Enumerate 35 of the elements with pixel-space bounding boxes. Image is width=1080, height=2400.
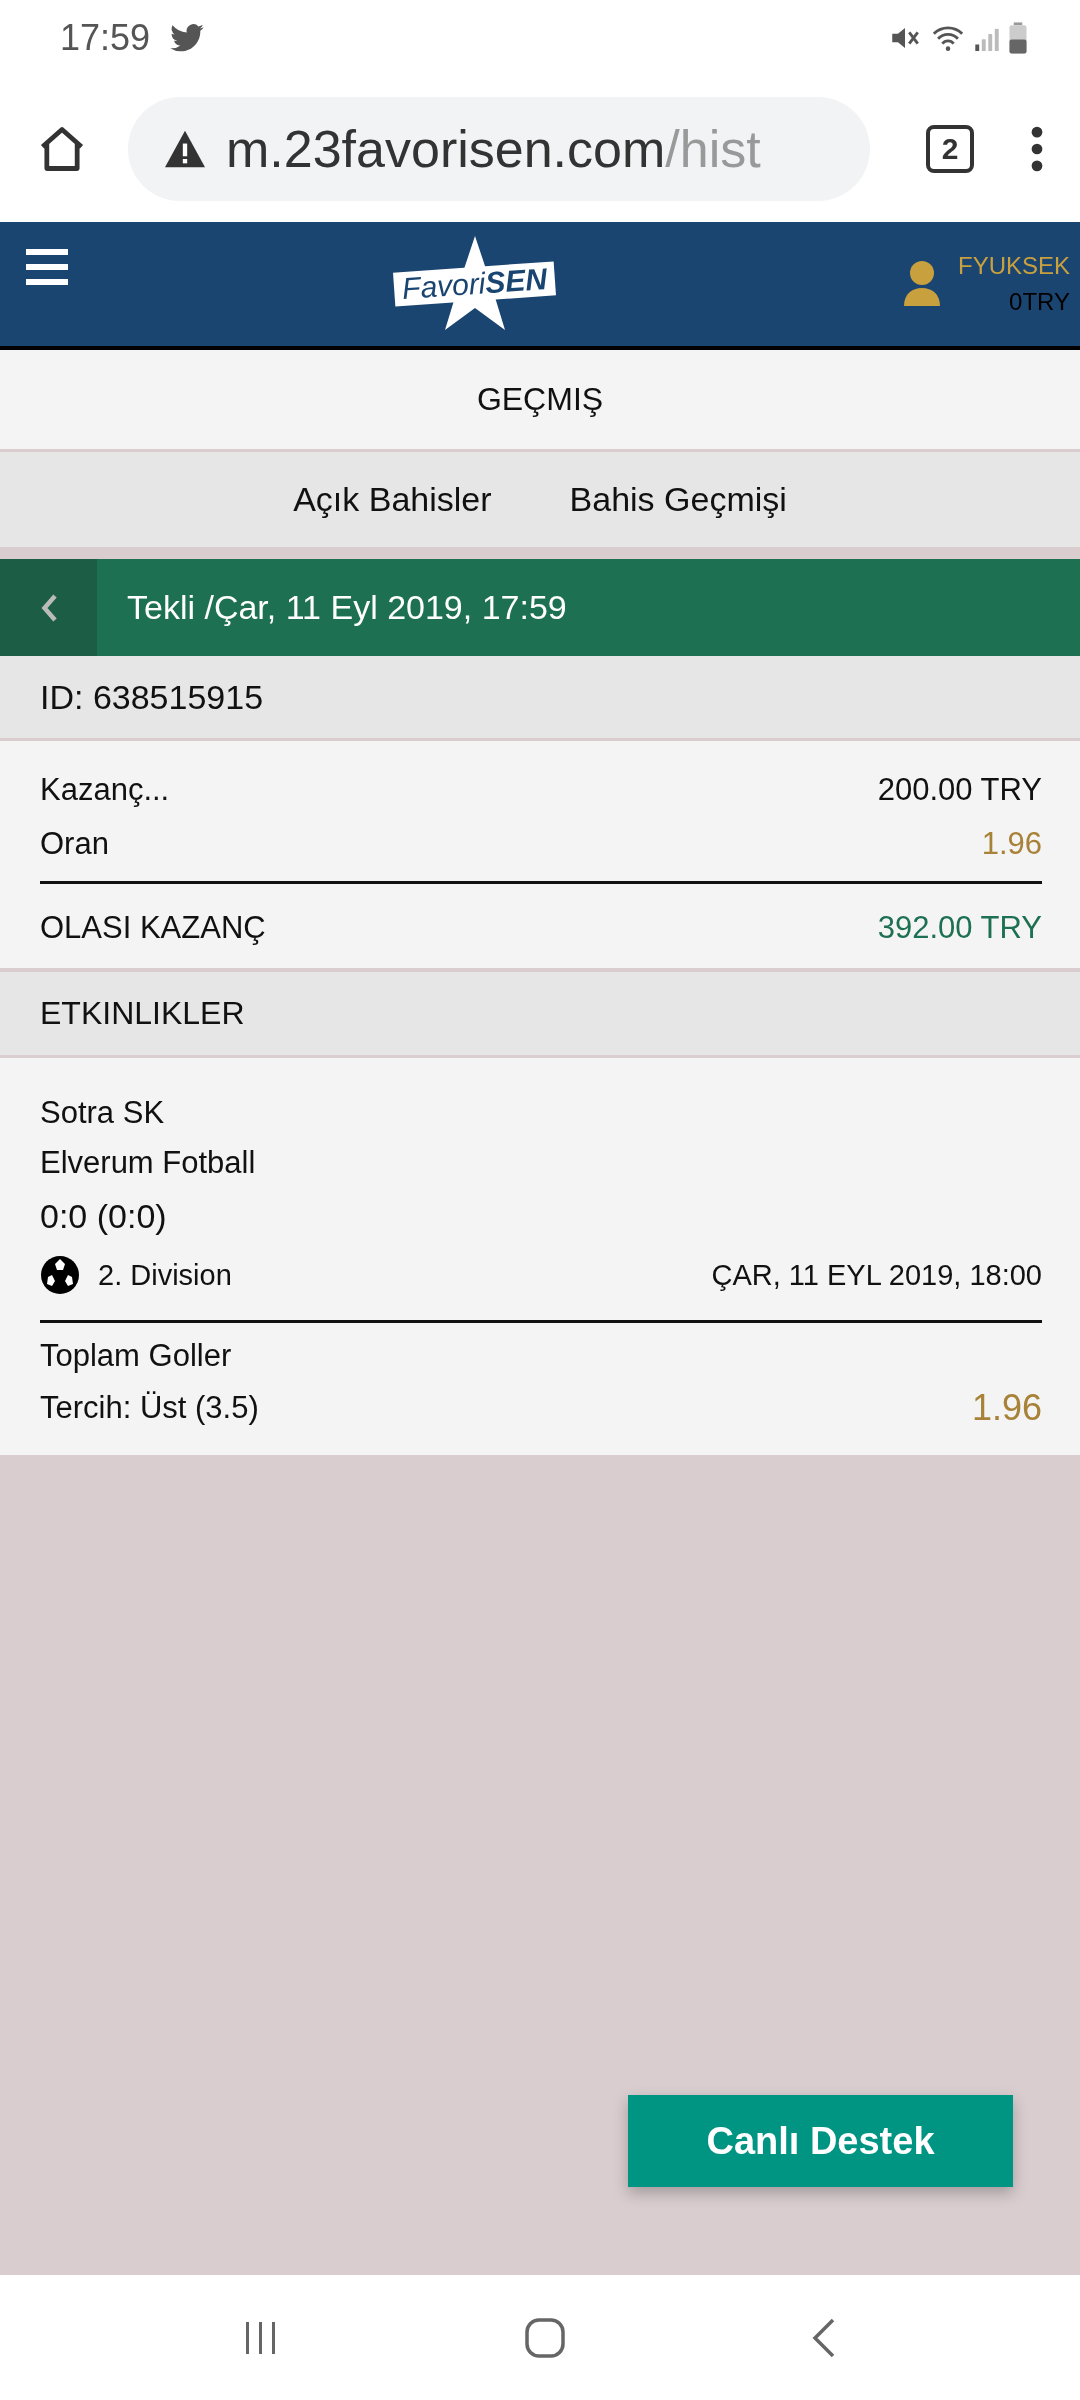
tab[interactable]: Açık Bahisler bbox=[293, 472, 492, 527]
section-title: ETKINLIKLER bbox=[40, 995, 245, 1032]
summary-label: Oran bbox=[40, 826, 109, 862]
league-name: 2. Division bbox=[98, 1258, 232, 1292]
total-label: OLASI KAZANÇ bbox=[40, 910, 266, 946]
more-icon[interactable] bbox=[1030, 125, 1044, 172]
bet-id: ID: 638515915 bbox=[40, 677, 264, 717]
market-name: Toplam Goller bbox=[40, 1337, 232, 1375]
tab[interactable]: Bahis Geçmişi bbox=[569, 472, 787, 527]
page-title: GEÇMIŞ bbox=[476, 381, 604, 418]
user-icon[interactable] bbox=[901, 260, 942, 308]
team-name: Sotra SK bbox=[40, 1094, 165, 1132]
score: 0:0 (0:0) bbox=[40, 1196, 167, 1237]
pick-odds: 1.96 bbox=[971, 1387, 1042, 1429]
menu-icon[interactable] bbox=[26, 246, 68, 288]
battery-icon bbox=[1008, 20, 1028, 55]
event-date: ÇAR, 11 EYL 2019, 18:00 bbox=[711, 1258, 1042, 1292]
bird-icon bbox=[170, 23, 205, 52]
username: FYUKSEK bbox=[957, 252, 1070, 280]
football-icon bbox=[40, 1255, 80, 1295]
live-support-button[interactable]: Canlı Destek bbox=[628, 2095, 1013, 2187]
chevron-icon bbox=[39, 592, 58, 623]
total-value: 392.00 TRY bbox=[877, 910, 1042, 946]
summary-value: 1.96 bbox=[981, 826, 1042, 862]
bet-title: Tekli /Çar, 11 Eyl 2019, 17:59 bbox=[127, 588, 567, 627]
address-field[interactable]: m.23favorisen.com/hist bbox=[128, 96, 870, 201]
pick: Tercih: Üst (3.5) bbox=[40, 1390, 259, 1426]
summary-value: 200.00 TRY bbox=[877, 772, 1042, 808]
summary-label: Kazanç... bbox=[40, 772, 170, 808]
logo[interactable]: FavoriSEN bbox=[365, 234, 585, 334]
tab-count-button[interactable]: 2 bbox=[926, 124, 974, 173]
home-icon[interactable] bbox=[523, 2315, 567, 2360]
status-time: 17:59 bbox=[60, 16, 151, 59]
balance: 0TRY bbox=[1009, 288, 1070, 316]
team-name: Elverum Fotball bbox=[40, 1144, 256, 1182]
